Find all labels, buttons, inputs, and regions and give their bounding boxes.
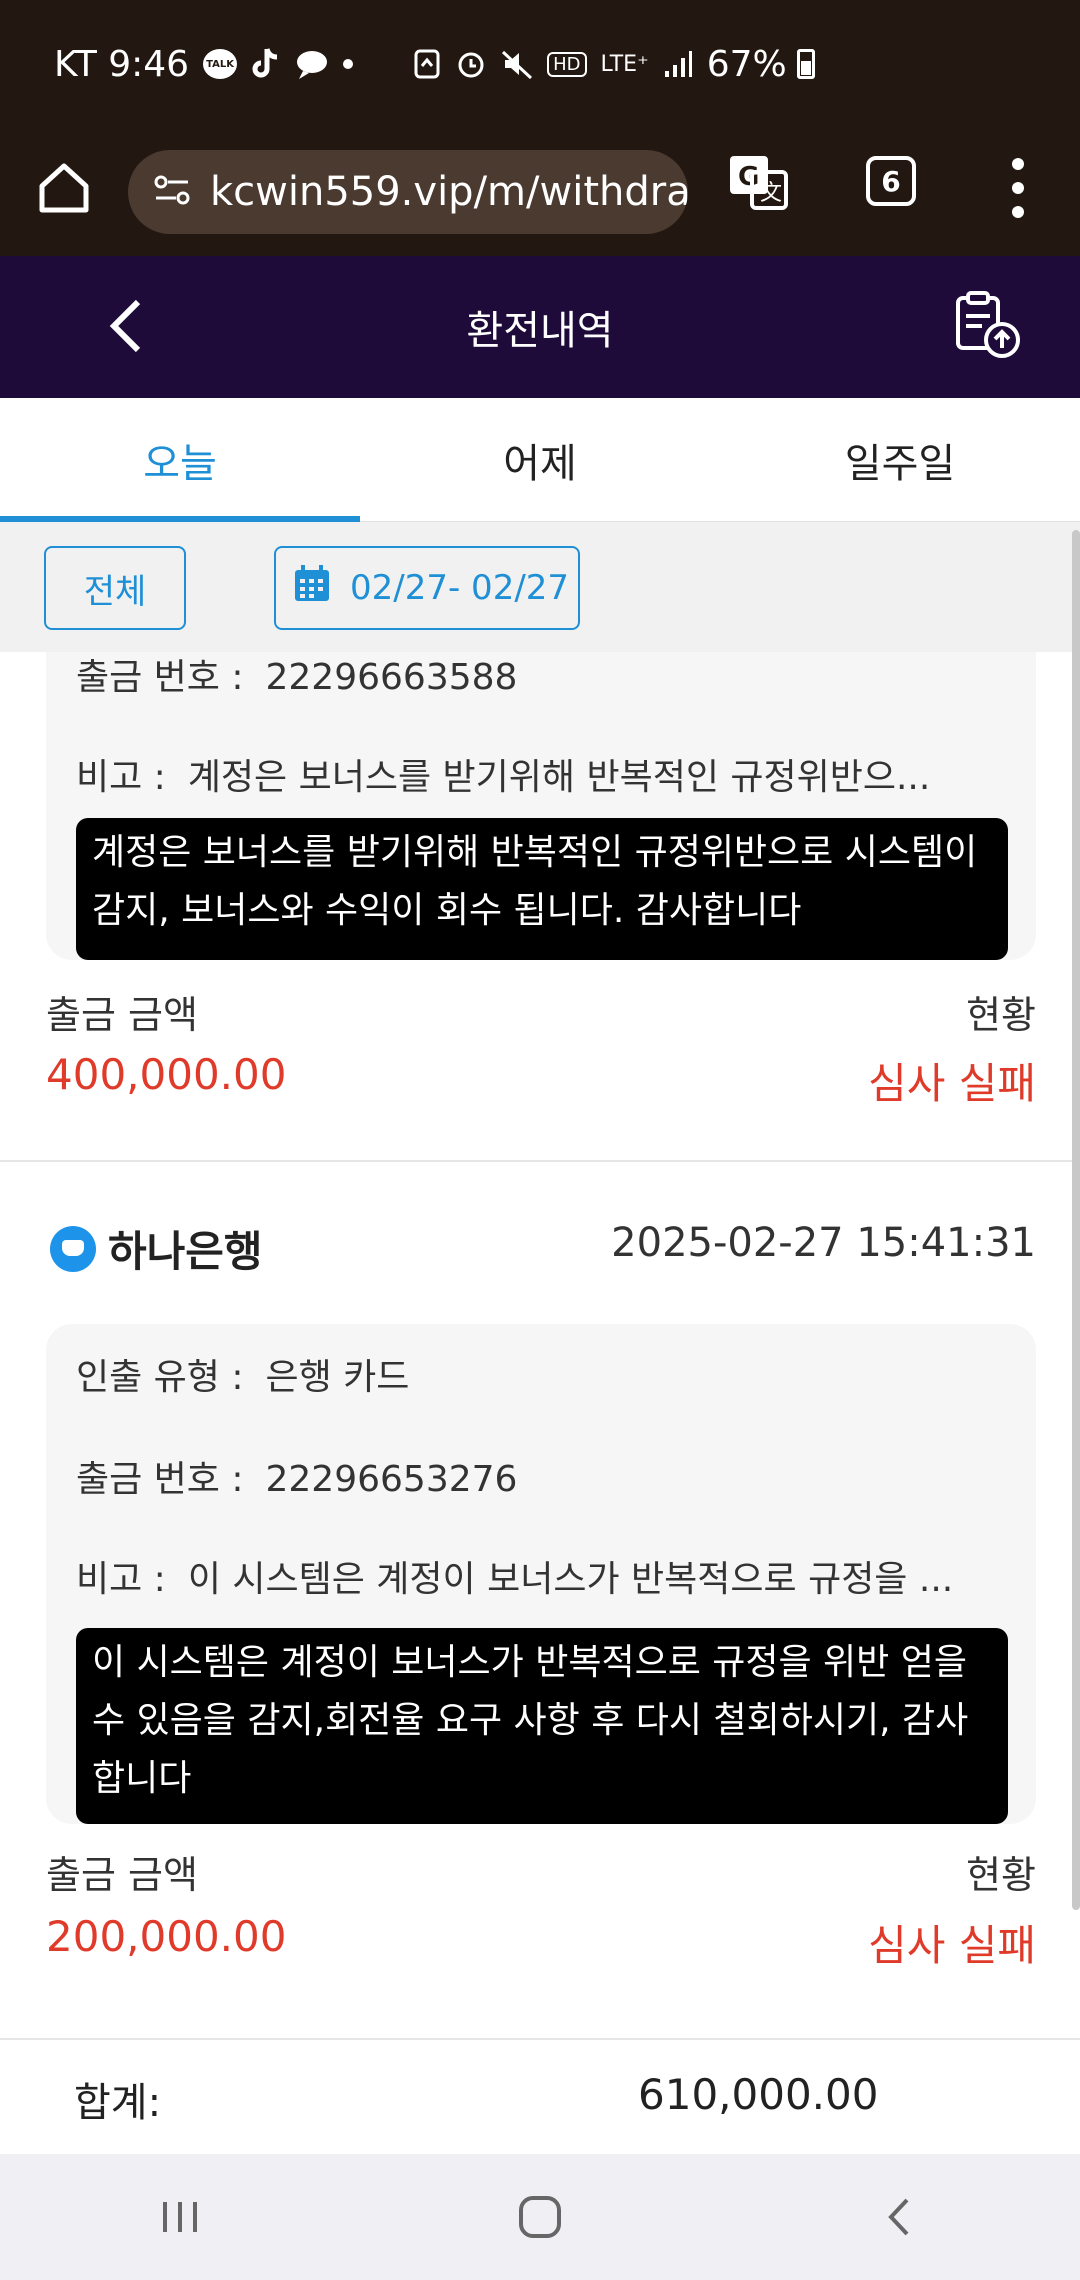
- filter-all-button[interactable]: 전체: [44, 546, 186, 630]
- signal-icon: [663, 49, 693, 79]
- notification-dot-icon: [343, 59, 354, 69]
- system-nav-bar: [0, 2154, 1080, 2280]
- withdraw-number-row: 출금 번호 : 22296663588: [76, 648, 1016, 700]
- browser-toolbar: kcwin559.vip/m/withdra G文 6: [0, 128, 1080, 256]
- tab-yesterday[interactable]: 어제: [360, 398, 720, 521]
- recycle-icon: [413, 48, 441, 80]
- remark-row: 비고 : 계정은 보너스를 받기위해 반복적인 규정위반으...: [76, 748, 1016, 800]
- remark-tooltip: 계정은 보너스를 받기위해 반복적인 규정위반으로 시스템이 감지, 보너스와 …: [76, 818, 1008, 960]
- period-tabs: 오늘 어제 일주일: [0, 398, 1080, 522]
- tiktok-icon: [251, 47, 281, 81]
- date-range-text: 02/27- 02/27: [350, 568, 570, 608]
- battery-percent: 67%: [706, 43, 787, 85]
- home-icon[interactable]: [32, 156, 96, 220]
- mute-icon: [501, 48, 533, 80]
- status-badge: 심사 실패: [868, 1059, 1036, 1108]
- withdraw-number-label: 출금 번호 :: [76, 1459, 244, 1500]
- page-title: 환전내역: [466, 308, 614, 354]
- record-datetime: 2025-02-27 15:41:31: [611, 1220, 1036, 1266]
- recents-icon[interactable]: [140, 2177, 220, 2257]
- alarm-icon: [455, 48, 487, 80]
- tab-week[interactable]: 일주일: [720, 398, 1080, 521]
- remark-short: 계정은 보너스를 받기위해 반복적인 규정위반으...: [187, 757, 931, 798]
- remark-label: 비고 :: [76, 1559, 166, 1600]
- amount-label: 출금 금액: [46, 1853, 198, 1897]
- lte-icon: LTE⁺: [600, 51, 649, 77]
- bank-name: 하나은행: [108, 1227, 263, 1276]
- remark-row: 비고 : 이 시스템은 계정이 보너스가 반복적으로 규정을 ...: [76, 1550, 1016, 1602]
- svg-text:G: G: [738, 162, 759, 192]
- status-label: 현황: [966, 993, 1036, 1037]
- url-bar[interactable]: kcwin559.vip/m/withdra: [128, 150, 688, 234]
- status-bar: KT 9:46 TALK HD LTE⁺ 67%: [0, 0, 1080, 128]
- clipboard-upload-icon[interactable]: [952, 290, 1022, 360]
- status-label: 현황: [966, 1853, 1036, 1897]
- calendar-icon: [292, 564, 332, 613]
- status-badge: 심사 실패: [868, 1921, 1036, 1970]
- svg-text:文: 文: [760, 181, 782, 206]
- back-nav-icon[interactable]: [860, 2177, 940, 2257]
- total-label: 합계:: [74, 2080, 162, 2126]
- battery-icon: [796, 49, 815, 79]
- amount-label: 출금 금액: [46, 993, 198, 1037]
- tab-switcher-button[interactable]: 6: [866, 156, 916, 206]
- url-text: kcwin559.vip/m/withdra: [210, 169, 688, 215]
- withdraw-type-value: 은행 카드: [265, 1357, 410, 1398]
- filter-bar: 전체 02/27- 02/27: [0, 522, 1080, 652]
- more-vert-icon[interactable]: [1000, 158, 1036, 218]
- kakaotalk-icon: TALK: [203, 49, 238, 79]
- amount-value: 400,000.00: [46, 1050, 287, 1099]
- withdraw-type-row: 인출 유형 : 은행 카드: [76, 1348, 1016, 1400]
- amount-value: 200,000.00: [46, 1912, 287, 1961]
- summary-bar: 합계: 610,000.00: [0, 2038, 1080, 2154]
- withdraw-number-value: 22296653276: [265, 1459, 518, 1500]
- record-detail-box: 인출 유형 : 은행 카드 출금 번호 : 22296653276 비고 : 이 시스…: [46, 1324, 1036, 1824]
- app-header: 환전내역: [0, 256, 1080, 398]
- withdrawal-list[interactable]: 출금 번호 : 22296663588 비고 : 계정은 보너스를 받기위해 반복적…: [0, 522, 1080, 2038]
- home-nav-icon[interactable]: [500, 2177, 580, 2257]
- withdraw-number-value: 22296663588: [265, 657, 518, 698]
- withdrawal-record: 하나은행 2025-02-27 15:41:31 인출 유형 : 은행 카드 출금…: [0, 1162, 1080, 2032]
- site-settings-icon[interactable]: [152, 170, 192, 214]
- translate-icon[interactable]: G文: [726, 150, 790, 214]
- carrier-time: KT 9:46: [54, 43, 190, 85]
- bank-logo-icon: [50, 1225, 96, 1272]
- withdraw-number-label: 출금 번호 :: [76, 657, 244, 698]
- hd-icon: HD: [547, 51, 587, 77]
- total-value: 610,000.00: [638, 2070, 879, 2119]
- bank-row: 하나은행: [50, 1218, 263, 1279]
- withdraw-number-row: 출금 번호 : 22296653276: [76, 1450, 1016, 1502]
- remark-label: 비고 :: [76, 757, 166, 798]
- withdraw-type-label: 인출 유형 :: [76, 1357, 244, 1398]
- date-range-button[interactable]: 02/27- 02/27: [274, 546, 580, 630]
- remark-short: 이 시스템은 계정이 보너스가 반복적으로 규정을 ...: [187, 1559, 954, 1600]
- tab-today[interactable]: 오늘: [0, 398, 360, 522]
- scrollbar[interactable]: [1072, 530, 1080, 1910]
- remark-tooltip: 이 시스템은 계정이 보너스가 반복적으로 규정을 위반 얻을 수 있음을 감지…: [76, 1628, 1008, 1824]
- back-chevron-icon[interactable]: [100, 296, 150, 356]
- chat-icon: [295, 49, 329, 79]
